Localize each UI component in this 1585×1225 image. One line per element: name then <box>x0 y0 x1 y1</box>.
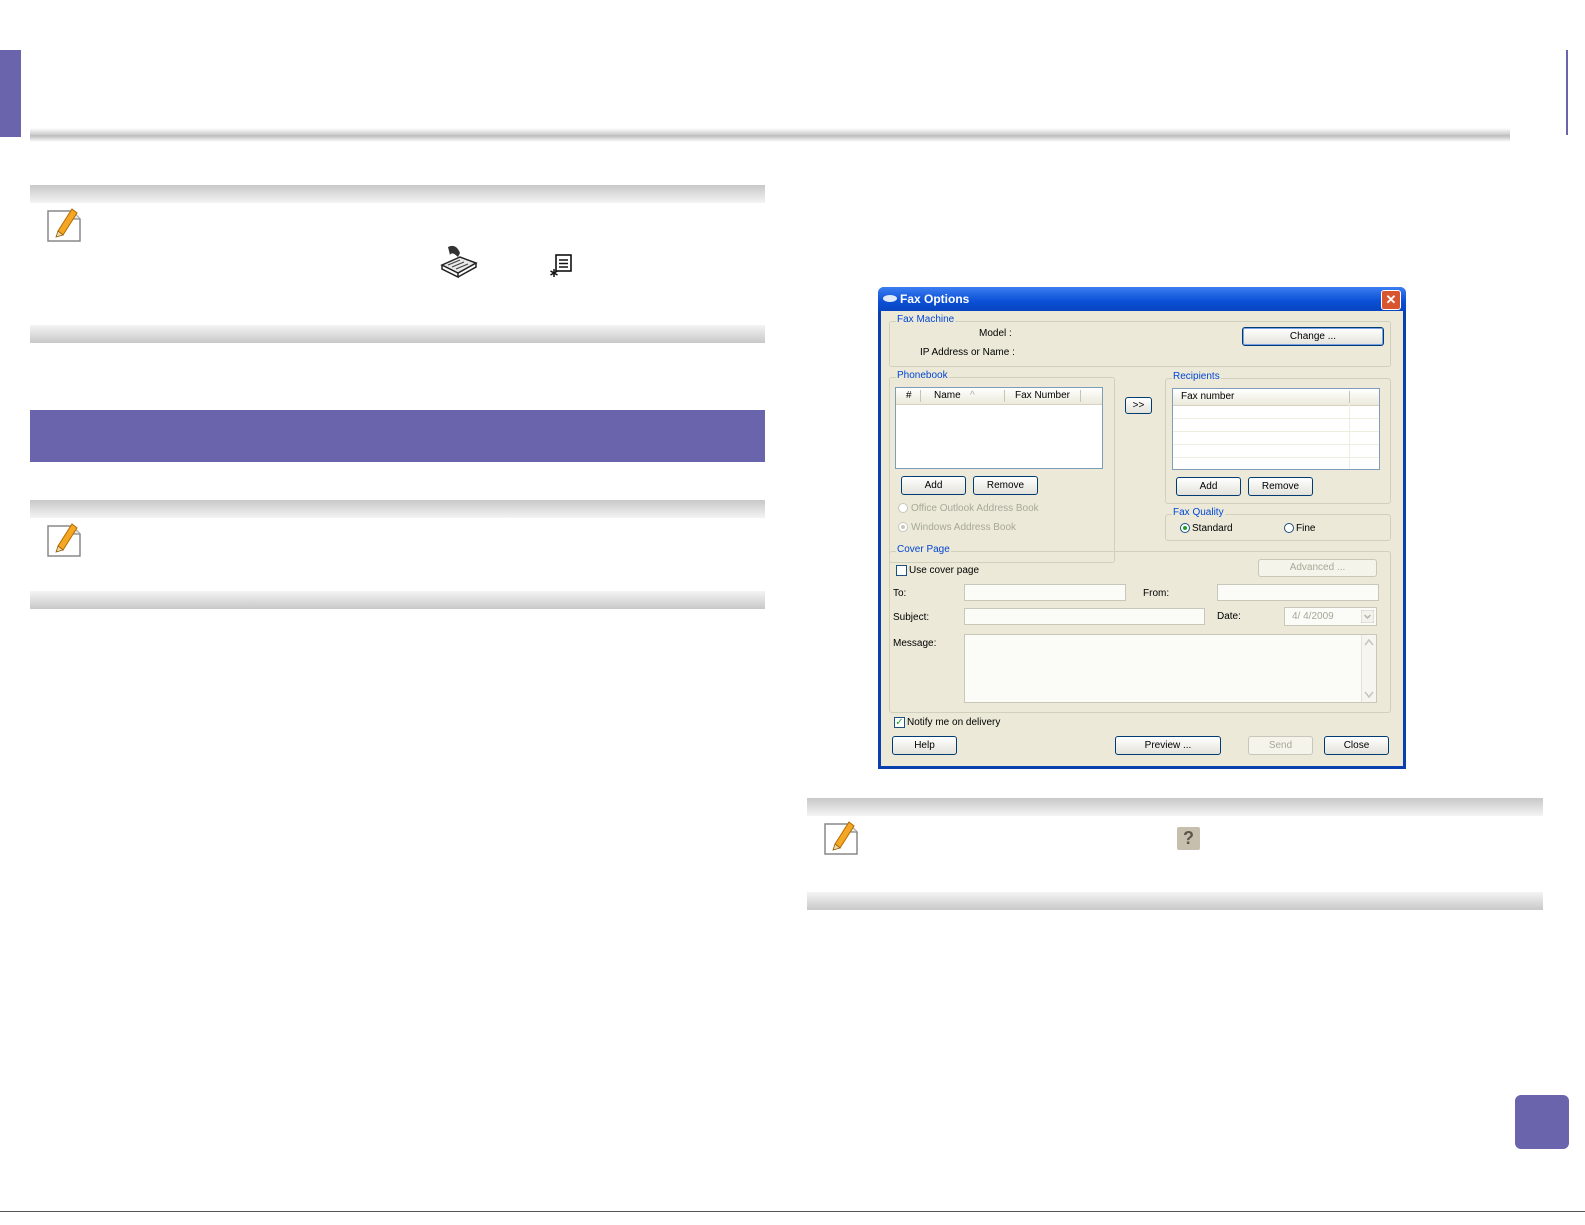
note-bottom-band <box>30 325 765 343</box>
scroll-up-icon[interactable] <box>1364 638 1374 646</box>
outlook-label: Office Outlook Address Book <box>911 503 1039 514</box>
pencil-note-icon <box>824 821 858 855</box>
advanced-button[interactable]: Advanced ... <box>1258 559 1377 577</box>
recipients-label: Recipients <box>1172 371 1221 382</box>
header-divider <box>30 128 1510 142</box>
ip-address-label: IP Address or Name : <box>920 347 1015 358</box>
phonebook-label: Phonebook <box>896 370 949 381</box>
sort-arrow-icon: ^ <box>970 390 975 401</box>
standard-label: Standard <box>1192 523 1233 534</box>
notify-checkbox[interactable]: ✓ <box>894 717 905 728</box>
fine-label: Fine <box>1296 523 1316 534</box>
column-fax-number[interactable]: Fax number <box>1181 391 1234 402</box>
recipients-header: Fax number <box>1173 389 1379 406</box>
app-icon <box>883 295 897 302</box>
model-label: Model : <box>979 328 1012 339</box>
subject-label: Subject: <box>893 612 930 623</box>
close-button[interactable]: Close <box>1324 736 1389 755</box>
fax-machine-label: Fax Machine <box>896 314 956 325</box>
note-bottom-band <box>807 892 1543 910</box>
fax-machine-icon <box>440 245 478 279</box>
note-top-band <box>30 500 765 518</box>
column-divider <box>1349 391 1350 403</box>
notify-label: Notify me on delivery <box>907 717 1001 728</box>
preview-button[interactable]: Preview ... <box>1115 736 1221 755</box>
message-label: Message: <box>893 638 937 649</box>
change-button[interactable]: Change ... <box>1242 327 1384 346</box>
grid-line <box>1349 405 1350 469</box>
outlook-radio[interactable] <box>898 503 908 513</box>
page-number-box <box>1515 1095 1569 1149</box>
phonebook-remove-button[interactable]: Remove <box>973 476 1038 495</box>
phonebook-list[interactable]: # Name ^ Fax Number <box>895 387 1103 469</box>
to-label: To: <box>893 588 907 599</box>
add-to-recipients-button[interactable]: >> <box>1125 397 1152 414</box>
chevron-down-icon[interactable] <box>1361 610 1374 623</box>
use-cover-page-label: Use cover page <box>909 565 980 576</box>
send-button[interactable]: Send <box>1248 736 1313 755</box>
note-bottom-band <box>30 591 765 609</box>
recipients-list[interactable]: Fax number <box>1172 388 1380 470</box>
dialog-titlebar[interactable]: Fax Options ✕ <box>878 287 1406 311</box>
to-field[interactable] <box>964 584 1126 601</box>
pencil-note-icon <box>47 208 81 242</box>
message-field[interactable] <box>964 634 1377 703</box>
help-button[interactable]: Help <box>892 736 957 755</box>
radio-dot <box>901 525 905 529</box>
column-divider <box>1080 390 1081 402</box>
recipients-add-button[interactable]: Add <box>1176 477 1241 496</box>
section-heading-bar <box>30 410 765 462</box>
phonebook-header: # Name ^ Fax Number <box>896 388 1102 405</box>
pencil-note-icon <box>47 523 81 557</box>
note-box-fax-icons <box>30 185 765 343</box>
cover-page-label: Cover Page <box>896 544 951 555</box>
scroll-down-icon[interactable] <box>1364 691 1374 699</box>
help-question-icon: ? <box>1177 827 1200 850</box>
column-name[interactable]: Name <box>934 390 961 401</box>
fine-radio[interactable] <box>1284 523 1294 533</box>
from-label: From: <box>1143 588 1170 599</box>
column-divider <box>1004 390 1005 402</box>
radio-dot <box>1183 526 1187 530</box>
menu-settings-icon <box>550 254 572 277</box>
phonebook-add-button[interactable]: Add <box>901 476 966 495</box>
column-number[interactable]: # <box>906 390 912 401</box>
fax-quality-label: Fax Quality <box>1172 507 1225 518</box>
standard-radio[interactable] <box>1180 523 1190 533</box>
fax-options-dialog: Fax Options ✕ Fax Machine Model : IP Add… <box>878 287 1406 769</box>
footer-rule <box>0 1211 1585 1212</box>
note-top-band <box>30 185 765 203</box>
use-cover-page-checkbox[interactable] <box>896 565 907 576</box>
windows-address-label: Windows Address Book <box>911 522 1017 533</box>
column-fax-number[interactable]: Fax Number <box>1015 390 1070 401</box>
edge-marker <box>1566 50 1568 135</box>
note-box-help: ? <box>807 798 1543 910</box>
date-value: 4/ 4/2009 <box>1292 611 1334 622</box>
note-top-band <box>807 798 1543 816</box>
subject-field[interactable] <box>964 608 1205 625</box>
from-field[interactable] <box>1217 584 1379 601</box>
date-label: Date: <box>1217 611 1241 622</box>
dialog-title: Fax Options <box>900 292 970 306</box>
dialog-body: Fax Machine Model : IP Address or Name :… <box>881 311 1403 766</box>
date-picker[interactable]: 4/ 4/2009 <box>1284 607 1377 626</box>
recipients-remove-button[interactable]: Remove <box>1248 477 1313 496</box>
chapter-tab <box>0 50 21 137</box>
scrollbar[interactable] <box>1361 635 1376 702</box>
note-box-section <box>30 500 765 609</box>
close-icon[interactable]: ✕ <box>1381 290 1401 310</box>
windows-address-radio[interactable] <box>898 522 908 532</box>
column-divider <box>920 390 921 402</box>
